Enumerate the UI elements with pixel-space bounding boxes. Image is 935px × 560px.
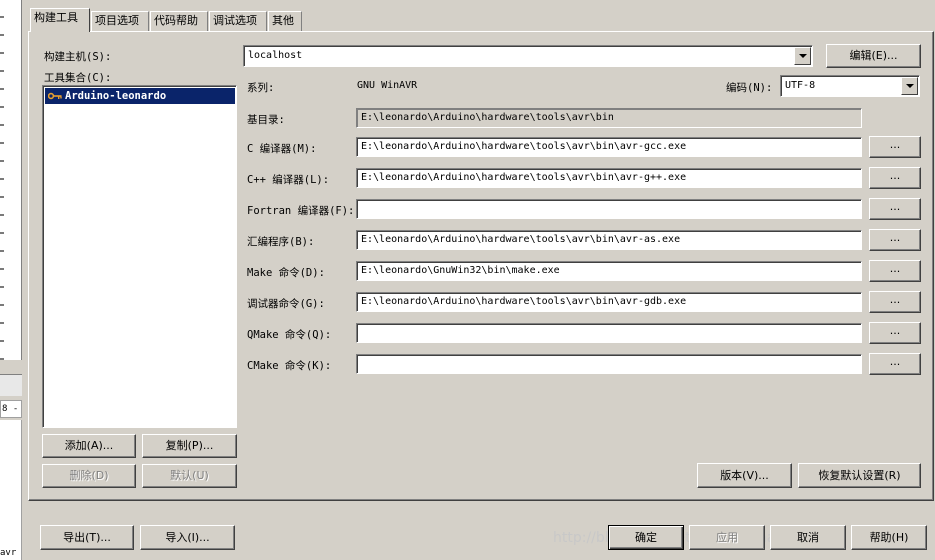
chevron-down-icon[interactable] <box>794 47 811 65</box>
cmake-command-browse-button[interactable]: ... <box>869 353 921 375</box>
tab-build-tools[interactable]: 构建工具 <box>30 8 90 32</box>
debugger-command-field[interactable]: E:\leonardo\Arduino\hardware\tools\avr\b… <box>356 292 862 312</box>
assembler-browse-button[interactable]: ... <box>869 229 921 251</box>
import-button[interactable]: 导入(I)... <box>140 525 235 550</box>
cmake-command-field[interactable] <box>356 354 862 374</box>
cancel-button[interactable]: 取消 <box>770 525 846 550</box>
base-dir-label: 基目录: <box>247 114 285 126</box>
encoding-select[interactable]: UTF-8 <box>780 75 920 97</box>
tab-other[interactable]: 其他 <box>268 11 302 31</box>
debugger-command-label: 调试器命令(G): <box>247 298 325 310</box>
background-window-text: avr <box>0 548 17 558</box>
c-compiler-field[interactable]: E:\leonardo\Arduino\hardware\tools\avr\b… <box>356 137 862 157</box>
qmake-command-browse-button[interactable]: ... <box>869 322 921 344</box>
chevron-down-icon[interactable] <box>901 77 918 95</box>
cpp-compiler-label: C++ 编译器(L): <box>247 174 330 186</box>
apply-button[interactable]: 应用 <box>689 525 765 550</box>
qmake-command-label: QMake 命令(Q): <box>247 329 332 341</box>
tab-project-options[interactable]: 项目选项 <box>91 11 149 31</box>
background-window-pane <box>0 420 22 560</box>
family-value: GNU WinAVR <box>357 80 418 91</box>
tab-debug-options[interactable]: 调试选项 <box>209 11 267 31</box>
export-button[interactable]: 导出(T)... <box>40 525 134 550</box>
debugger-command-browse-button[interactable]: ... <box>869 291 921 313</box>
toolset-item-label: Arduino-leonardo <box>65 90 167 102</box>
background-window-title: 8 - A <box>0 400 22 418</box>
fortran-compiler-field[interactable] <box>356 199 862 219</box>
edit-host-button[interactable]: 编辑(E)... <box>826 44 921 68</box>
add-toolset-button[interactable]: 添加(A)... <box>42 434 136 458</box>
base-dir-field: E:\leonardo\Arduino\hardware\tools\avr\b… <box>356 108 862 128</box>
c-compiler-label: C 编译器(M): <box>247 143 317 155</box>
background-window-strip: 8 - A avr <box>0 0 24 560</box>
restore-defaults-button[interactable]: 恢复默认设置(R) <box>798 463 921 488</box>
background-window-ticks <box>0 0 4 360</box>
assembler-field[interactable]: E:\leonardo\Arduino\hardware\tools\avr\b… <box>356 230 862 250</box>
list-item[interactable]: Arduino-leonardo <box>45 88 235 104</box>
version-button[interactable]: 版本(V)... <box>697 463 792 488</box>
assembler-label: 汇编程序(B): <box>247 236 315 248</box>
delete-toolset-button[interactable]: 删除(D) <box>42 464 136 488</box>
toolset-list[interactable]: Arduino-leonardo <box>42 85 237 428</box>
copy-toolset-button[interactable]: 复制(P)... <box>142 434 237 458</box>
c-compiler-browse-button[interactable]: ... <box>869 136 921 158</box>
family-label: 系列: <box>247 82 275 94</box>
fortran-compiler-browse-button[interactable]: ... <box>869 198 921 220</box>
fortran-compiler-label: Fortran 编译器(F): <box>247 205 355 217</box>
encoding-label: 编码(N): <box>726 82 773 94</box>
build-host-label: 构建主机(S): <box>44 51 112 63</box>
make-command-field[interactable]: E:\leonardo\GnuWin32\bin\make.exe <box>356 261 862 281</box>
cpp-compiler-field[interactable]: E:\leonardo\Arduino\hardware\tools\avr\b… <box>356 168 862 188</box>
help-button[interactable]: 帮助(H) <box>851 525 927 550</box>
qmake-command-field[interactable] <box>356 323 862 343</box>
make-command-browse-button[interactable]: ... <box>869 260 921 282</box>
toolset-label: 工具集合(C): <box>44 72 112 84</box>
cpp-compiler-browse-button[interactable]: ... <box>869 167 921 189</box>
key-icon <box>48 92 62 100</box>
background-window-header <box>0 374 22 396</box>
cmake-command-label: CMake 命令(K): <box>247 360 332 372</box>
make-command-label: Make 命令(D): <box>247 267 325 279</box>
tab-code-assist[interactable]: 代码帮助 <box>150 11 208 31</box>
default-toolset-button[interactable]: 默认(U) <box>142 464 237 488</box>
ok-button[interactable]: 确定 <box>608 525 684 550</box>
build-host-select[interactable]: localhost <box>243 45 813 67</box>
